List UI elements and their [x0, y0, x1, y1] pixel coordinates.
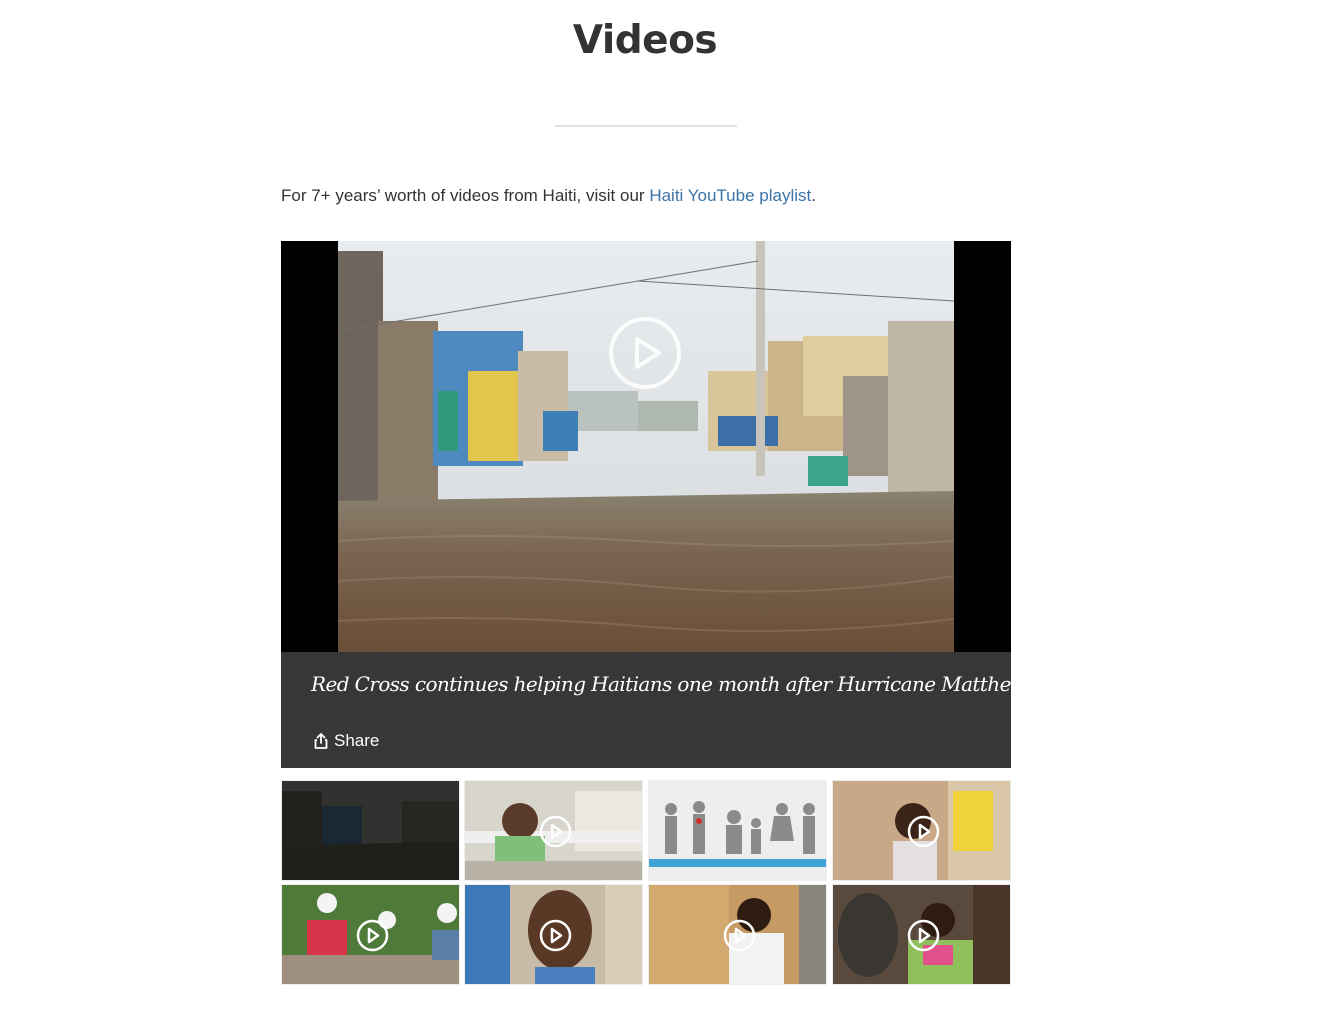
play-icon[interactable] — [356, 919, 389, 952]
video-poster-flooded-street — [338, 241, 954, 652]
intro-text-before: For 7+ years’ worth of videos from Haiti… — [281, 186, 650, 205]
play-icon[interactable] — [608, 316, 682, 390]
share-label: Share — [334, 731, 380, 750]
video-thumbnail-child-standing[interactable] — [832, 780, 1011, 881]
title-divider — [555, 125, 737, 127]
video-thumbnail-man-with-carved-masks[interactable] — [832, 884, 1011, 985]
play-icon[interactable] — [539, 815, 572, 848]
video-player[interactable]: Red Cross continues helping Haitians one… — [281, 241, 1120, 768]
play-icon[interactable] — [907, 919, 940, 952]
page-title: Videos — [572, 18, 718, 63]
video-title: Red Cross continues helping Haitians one… — [311, 672, 1120, 696]
video-thumbnail-smiling-woman[interactable] — [464, 884, 643, 985]
video-thumbnail-grid — [281, 780, 1011, 985]
video-caption-bar: Red Cross continues helping Haitians one… — [281, 652, 1120, 768]
intro-text: For 7+ years’ worth of videos from Haiti… — [281, 186, 816, 206]
video-thumbnail-workers-hard-hats[interactable] — [281, 884, 460, 985]
play-icon[interactable] — [539, 919, 572, 952]
video-thumbnail-man-by-wooden-door[interactable] — [648, 884, 827, 985]
video-frame[interactable] — [281, 241, 1011, 652]
video-thumbnail-girl-on-balcony[interactable] — [464, 780, 643, 881]
share-button[interactable]: Share — [314, 731, 379, 751]
haiti-youtube-playlist-link[interactable]: Haiti YouTube playlist — [649, 186, 811, 205]
play-icon[interactable] — [907, 815, 940, 848]
video-thumbnail-infographic-people[interactable] — [648, 780, 827, 881]
share-icon — [314, 733, 328, 749]
intro-text-after: . — [811, 186, 816, 205]
play-icon[interactable] — [723, 919, 756, 952]
video-thumbnail-flooded-street[interactable] — [281, 780, 460, 881]
